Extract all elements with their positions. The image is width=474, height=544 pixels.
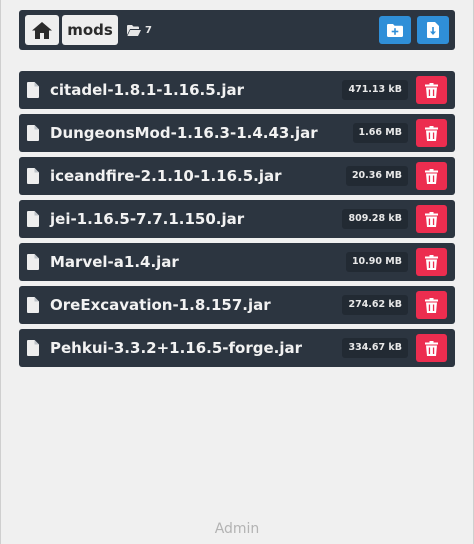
file-size: 10.90 MB (345, 252, 408, 272)
file-icon (27, 297, 39, 313)
file-row[interactable]: Pehkui-3.3.2+1.16.5-forge.jar 334.67 kB (19, 329, 455, 367)
trash-icon (425, 168, 438, 184)
file-row[interactable]: DungeonsMod-1.16.3-1.4.43.jar 1.66 MB (19, 114, 455, 152)
file-row[interactable]: citadel-1.8.1-1.16.5.jar 471.13 kB (19, 71, 455, 109)
file-name: iceandfire-2.1.10-1.16.5.jar (50, 167, 282, 185)
delete-button[interactable] (416, 205, 447, 233)
file-size: 809.28 kB (342, 209, 408, 229)
trash-icon (425, 254, 438, 270)
folder-count-value: 7 (145, 24, 152, 36)
delete-button[interactable] (416, 334, 447, 362)
folder-open-icon (127, 24, 141, 36)
trash-icon (425, 340, 438, 356)
download-file-button[interactable] (417, 16, 449, 44)
file-size: 1.66 MB (352, 123, 408, 143)
file-icon (27, 340, 39, 356)
file-icon (27, 211, 39, 227)
file-name: Pehkui-3.3.2+1.16.5-forge.jar (50, 339, 303, 357)
file-name: jei-1.16.5-7.7.1.150.jar (50, 210, 245, 228)
file-list: citadel-1.8.1-1.16.5.jar 471.13 kB Dunge… (19, 71, 455, 372)
trash-icon (425, 211, 438, 227)
file-row[interactable]: iceandfire-2.1.10-1.16.5.jar 20.36 MB (19, 157, 455, 195)
home-icon (32, 21, 52, 39)
file-row[interactable]: Marvel-a1.4.jar 10.90 MB (19, 243, 455, 281)
trash-icon (425, 125, 438, 141)
file-name: Marvel-a1.4.jar (50, 253, 179, 271)
delete-button[interactable] (416, 162, 447, 190)
file-name: OreExcavation-1.8.157.jar (50, 296, 271, 314)
left-edge (0, 0, 1, 544)
file-name: citadel-1.8.1-1.16.5.jar (50, 81, 245, 99)
new-folder-button[interactable] (379, 16, 411, 44)
folder-count: 7 (127, 20, 152, 40)
delete-button[interactable] (416, 76, 447, 104)
file-row[interactable]: OreExcavation-1.8.157.jar 274.62 kB (19, 286, 455, 324)
file-size: 334.67 kB (342, 338, 408, 358)
trash-icon (425, 297, 438, 313)
file-name: DungeonsMod-1.16.3-1.4.43.jar (50, 124, 318, 142)
folder-plus-icon (387, 23, 403, 37)
delete-button[interactable] (416, 248, 447, 276)
delete-button[interactable] (416, 291, 447, 319)
file-icon (27, 125, 39, 141)
file-size: 471.13 kB (342, 80, 408, 100)
file-icon (27, 254, 39, 270)
file-icon (27, 168, 39, 184)
file-icon (27, 82, 39, 98)
file-size: 274.62 kB (342, 295, 408, 315)
breadcrumb-mods[interactable]: mods (62, 15, 118, 45)
toolbar: mods 7 (19, 10, 455, 50)
delete-button[interactable] (416, 119, 447, 147)
admin-link[interactable]: Admin (0, 521, 474, 537)
home-button[interactable] (25, 15, 59, 45)
file-row[interactable]: jei-1.16.5-7.7.1.150.jar 809.28 kB (19, 200, 455, 238)
file-download-icon (427, 22, 439, 38)
file-size: 20.36 MB (345, 166, 408, 186)
trash-icon (425, 82, 438, 98)
